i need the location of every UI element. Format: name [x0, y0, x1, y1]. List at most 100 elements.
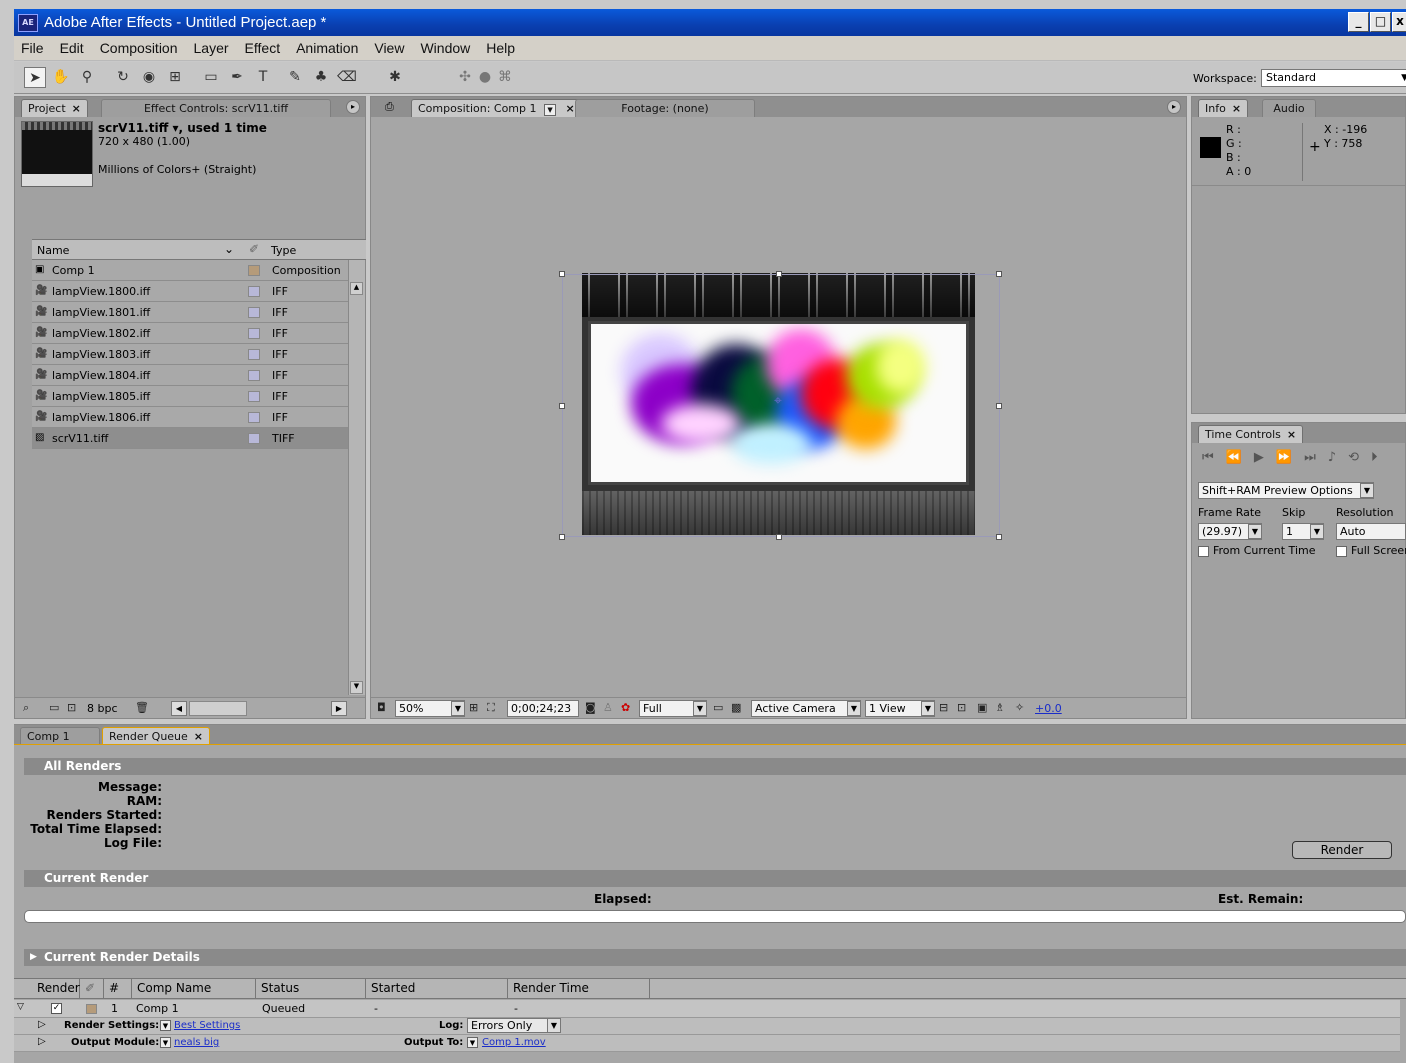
- close-icon[interactable]: ×: [1232, 102, 1241, 115]
- tab-composition[interactable]: Composition: Comp 1 ▼ ×: [411, 99, 582, 117]
- tab-time-controls[interactable]: Time Controls ×: [1198, 425, 1304, 443]
- label-swatch[interactable]: [248, 328, 260, 339]
- close-icon[interactable]: ×: [194, 730, 203, 743]
- transform-handle[interactable]: [996, 271, 1002, 277]
- disclosure-triangle-icon[interactable]: ▶: [30, 949, 37, 966]
- label-swatch[interactable]: [248, 349, 260, 360]
- project-scrollbar[interactable]: ▲ ▼: [348, 260, 365, 695]
- chevron-down-icon[interactable]: ▼: [693, 701, 707, 716]
- column-status[interactable]: Status: [256, 978, 366, 999]
- first-frame-icon[interactable]: ⏮: [1202, 450, 1226, 465]
- label-column-icon[interactable]: ✐: [80, 978, 104, 999]
- render-button[interactable]: Render: [1292, 841, 1392, 859]
- menu-window[interactable]: Window: [420, 40, 470, 56]
- find-icon[interactable]: ⌕: [23, 701, 29, 715]
- rectangle-mask-icon[interactable]: ▭: [200, 67, 222, 88]
- rotate-tool-icon[interactable]: ↻: [112, 67, 134, 88]
- sort-chevron-icon[interactable]: ⌄: [224, 242, 234, 256]
- view-axis-icon[interactable]: ⌘: [494, 67, 516, 88]
- minimize-button[interactable]: _: [1348, 12, 1369, 32]
- chevron-down-icon[interactable]: ▼: [547, 1018, 561, 1033]
- menu-help[interactable]: Help: [486, 40, 515, 56]
- column-started[interactable]: Started: [366, 978, 508, 999]
- scroll-right-icon[interactable]: ▶: [331, 701, 347, 716]
- audio-icon[interactable]: ♪: [1328, 450, 1348, 465]
- menu-animation[interactable]: Animation: [296, 40, 358, 56]
- disclosure-triangle-icon[interactable]: ▷: [38, 1019, 46, 1030]
- tab-footage[interactable]: Footage: (none): [575, 99, 755, 117]
- resolution-select[interactable]: Auto: [1336, 523, 1406, 540]
- snapshot-icon[interactable]: ◙: [585, 701, 596, 714]
- output-module-value[interactable]: neals big: [174, 1037, 219, 1048]
- current-render-details-header[interactable]: ▶ Current Render Details: [24, 949, 1406, 966]
- mask-visibility-icon[interactable]: ⛶: [487, 701, 495, 715]
- transform-handle[interactable]: [559, 271, 565, 277]
- axis-mode-icon[interactable]: ✣: [454, 67, 476, 88]
- pan-behind-icon[interactable]: ⊞: [164, 67, 186, 88]
- chevron-down-icon[interactable]: ▼: [1310, 524, 1324, 539]
- close-icon[interactable]: ×: [1287, 428, 1296, 441]
- preview-options-select[interactable]: Shift+RAM Preview Options: [1198, 482, 1374, 499]
- chevron-down-icon[interactable]: ▼: [1248, 524, 1262, 539]
- tab-project[interactable]: Project ×: [21, 99, 88, 117]
- chevron-down-icon[interactable]: ▼: [451, 701, 465, 716]
- label-swatch[interactable]: [248, 307, 260, 318]
- exposure-value[interactable]: +0.0: [1035, 702, 1062, 715]
- transform-handle[interactable]: [996, 534, 1002, 540]
- tab-info[interactable]: Info ×: [1198, 99, 1249, 117]
- last-frame-icon[interactable]: ⏭: [1304, 450, 1328, 465]
- disclosure-triangle-icon[interactable]: ▷: [38, 1036, 46, 1047]
- show-snapshot-icon[interactable]: ♙: [603, 701, 613, 714]
- timeline-icon[interactable]: ▣: [977, 701, 987, 714]
- eraser-tool-icon[interactable]: ⌫: [336, 67, 358, 88]
- label-swatch[interactable]: [248, 412, 260, 423]
- chevron-down-icon[interactable]: ▼: [160, 1037, 171, 1048]
- chevron-down-icon[interactable]: ▼: [921, 701, 935, 716]
- label-swatch[interactable]: [248, 391, 260, 402]
- row-comp-name[interactable]: Comp 1: [136, 1002, 179, 1015]
- column-type[interactable]: Type: [271, 244, 296, 257]
- scroll-up-icon[interactable]: ▲: [350, 282, 363, 295]
- column-render[interactable]: Render: [32, 978, 80, 999]
- selected-item-name[interactable]: scrV11.tiff ▾, used 1 time: [98, 121, 267, 135]
- zoom-tool-icon[interactable]: ⚲: [76, 67, 98, 88]
- project-item[interactable]: ▨ scrV11.tiff TIFF: [32, 428, 348, 449]
- transform-handle[interactable]: [559, 403, 565, 409]
- selection-tool-icon[interactable]: ➤: [24, 67, 46, 88]
- menu-layer[interactable]: Layer: [194, 40, 229, 56]
- type-tool-icon[interactable]: T: [252, 67, 274, 88]
- project-item[interactable]: 🎥 lampView.1801.iff IFF: [32, 302, 348, 323]
- ram-preview-icon[interactable]: ⏵: [1371, 450, 1390, 465]
- pixel-aspect-icon[interactable]: ⊟: [939, 701, 948, 714]
- maximize-button[interactable]: □: [1370, 12, 1391, 32]
- close-button[interactable]: x: [1392, 12, 1406, 32]
- scroll-left-icon[interactable]: ◀: [171, 701, 187, 716]
- tab-effect-controls[interactable]: Effect Controls: scrV11.tiff: [101, 99, 331, 117]
- chevron-down-icon[interactable]: ▼: [847, 701, 861, 716]
- render-settings-value[interactable]: Best Settings: [174, 1020, 240, 1031]
- menu-effect[interactable]: Effect: [245, 40, 281, 56]
- exposure-reset-icon[interactable]: ✧: [1015, 701, 1024, 714]
- brush-tool-icon[interactable]: ✎: [284, 67, 306, 88]
- next-frame-icon[interactable]: ⏩: [1276, 450, 1304, 465]
- transparency-grid-icon[interactable]: ▩: [731, 701, 741, 714]
- render-queue-row[interactable]: ▽ ✓ 1 Comp 1 Queued - -: [14, 1000, 1400, 1018]
- label-column-icon[interactable]: ✐: [249, 242, 259, 256]
- new-comp-icon[interactable]: ⊡: [67, 701, 76, 714]
- close-icon[interactable]: ×: [566, 102, 575, 115]
- menu-view[interactable]: View: [374, 40, 404, 56]
- project-item[interactable]: 🎥 lampView.1802.iff IFF: [32, 323, 348, 344]
- clone-stamp-icon[interactable]: ♣: [310, 67, 332, 88]
- world-axis-icon[interactable]: ●: [474, 67, 496, 88]
- current-time-field[interactable]: 0;00;24;23: [507, 700, 579, 717]
- column-name[interactable]: Name: [37, 244, 69, 257]
- output-to-value[interactable]: Comp 1.mov: [482, 1037, 546, 1048]
- project-item[interactable]: 🎥 lampView.1804.iff IFF: [32, 365, 348, 386]
- project-item[interactable]: 🎥 lampView.1800.iff IFF: [32, 281, 348, 302]
- hand-tool-icon[interactable]: ✋: [50, 67, 72, 88]
- region-of-interest-icon[interactable]: ▭: [713, 701, 723, 714]
- render-checkbox[interactable]: ✓: [51, 1003, 62, 1014]
- panel-menu-icon[interactable]: ▸: [1167, 100, 1181, 114]
- project-item[interactable]: ▣ Comp 1 Composition: [32, 260, 348, 281]
- transform-handle[interactable]: [996, 403, 1002, 409]
